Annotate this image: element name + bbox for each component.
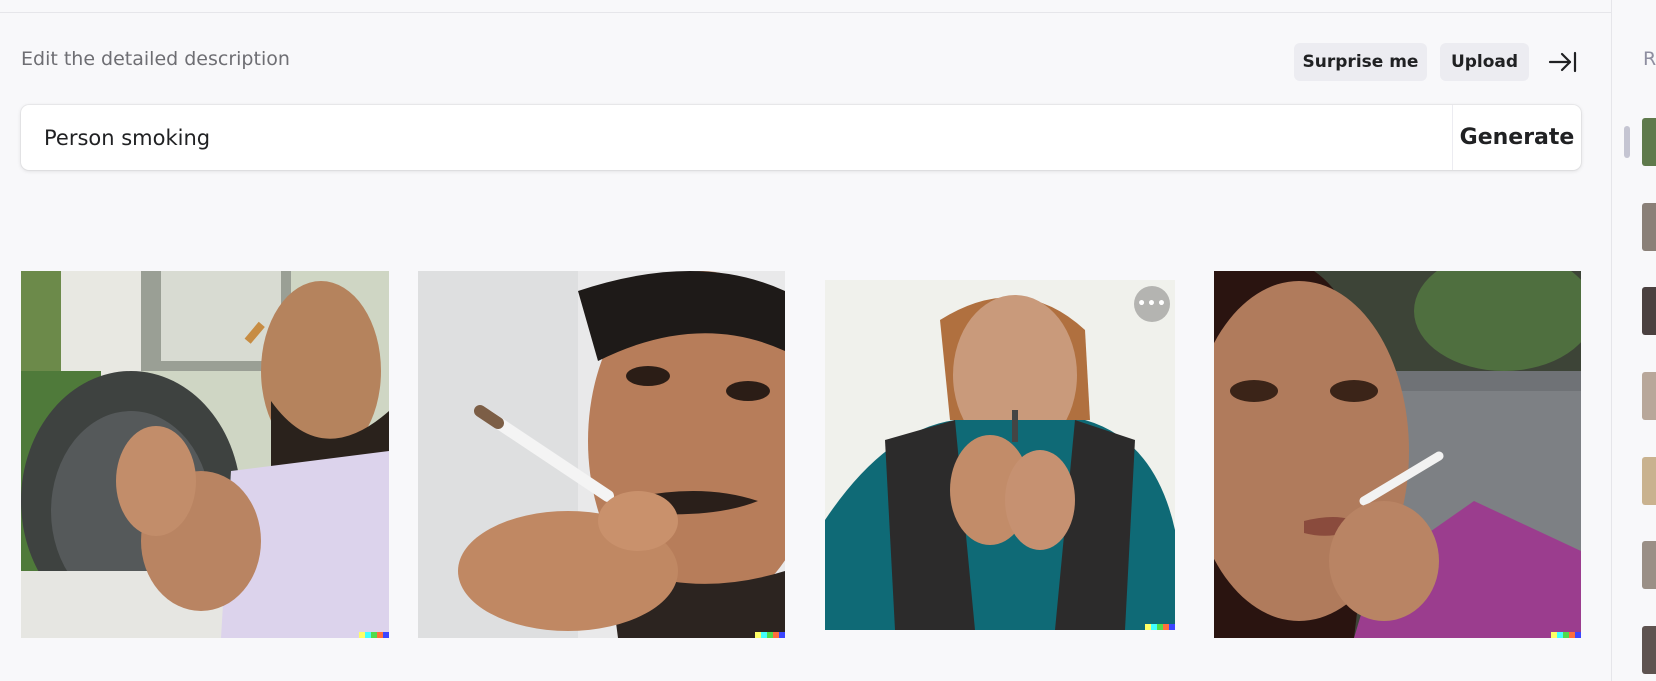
result-image-3-picture	[825, 280, 1175, 630]
history-thumbnail[interactable]	[1642, 457, 1656, 505]
result-image-2[interactable]	[418, 271, 785, 638]
result-image-1-picture	[21, 271, 389, 638]
more-options-icon[interactable]: •••	[1134, 286, 1170, 322]
signature-mark	[1551, 632, 1581, 638]
signature-mark	[359, 632, 389, 638]
history-thumbnail[interactable]	[1642, 541, 1656, 589]
collapse-right-icon[interactable]	[1546, 47, 1580, 77]
signature-mark	[1145, 624, 1175, 630]
history-thumbnail[interactable]	[1642, 118, 1656, 166]
history-thumbnail[interactable]	[1642, 372, 1656, 420]
signature-mark	[755, 632, 785, 638]
result-image-2-picture	[418, 271, 785, 638]
sidebar-scrollbar[interactable]	[1624, 126, 1630, 158]
surprise-me-button[interactable]: Surprise me	[1294, 43, 1427, 81]
history-sidebar: R	[1611, 0, 1656, 681]
main-area: Edit the detailed description Surprise m…	[0, 0, 1611, 681]
result-image-4-picture	[1214, 271, 1581, 638]
history-thumbnail[interactable]	[1642, 626, 1656, 674]
result-image-3[interactable]: •••	[825, 280, 1175, 630]
result-image-1[interactable]	[21, 271, 389, 638]
prompt-heading: Edit the detailed description	[21, 48, 290, 70]
upload-button[interactable]: Upload	[1440, 43, 1529, 81]
result-image-4[interactable]	[1214, 271, 1581, 638]
generate-button[interactable]: Generate	[1453, 105, 1581, 170]
sidebar-heading: R	[1643, 48, 1656, 70]
prompt-bar: Generate	[21, 105, 1581, 172]
prompt-input[interactable]	[42, 105, 1426, 172]
history-thumbnail[interactable]	[1642, 287, 1656, 335]
history-thumbnail[interactable]	[1642, 203, 1656, 251]
top-border	[0, 0, 1611, 13]
